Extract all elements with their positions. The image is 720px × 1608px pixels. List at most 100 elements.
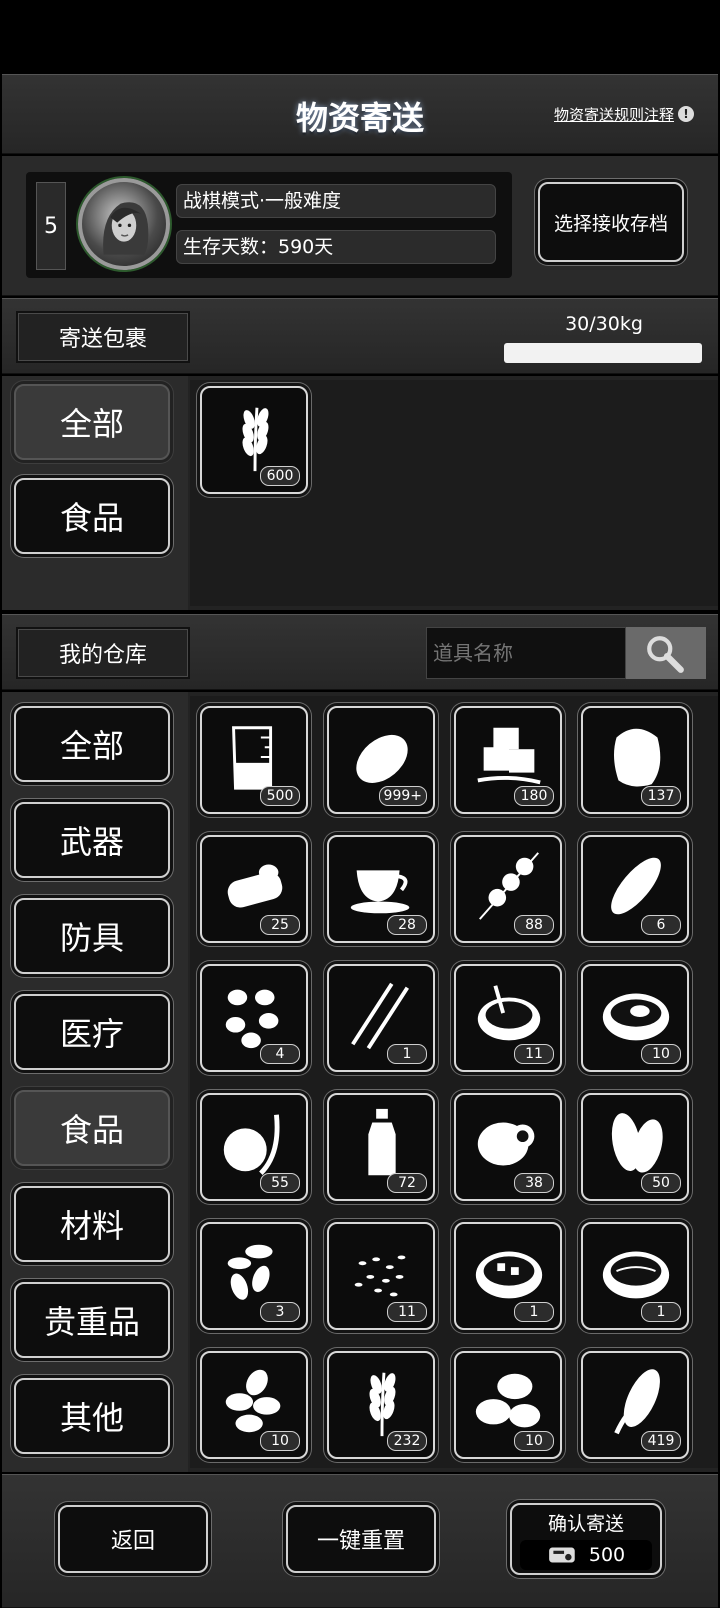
profile-panel: 5 战棋模式·一般难度 生存天数：590天 选择接收存档 [2, 156, 718, 296]
cost-box: 500 [520, 1539, 652, 1570]
warehouse-item-slot[interactable]: 3 [200, 1222, 308, 1330]
footer-bar: 返回 一键重置 确认寄送 500 [2, 1474, 718, 1608]
broth-bowl-icon [602, 1251, 670, 1299]
corn-icon [614, 1369, 660, 1435]
confirm-send-button[interactable]: 确认寄送 500 [510, 1503, 662, 1575]
warehouse-item-slot[interactable]: 1 [327, 964, 435, 1072]
warehouse-item-slot[interactable]: 55 [200, 1093, 308, 1201]
mode-label: 战棋模式·一般难度 [176, 184, 496, 218]
search-icon [647, 636, 684, 673]
canned-food-icon [227, 864, 283, 908]
select-save-button[interactable]: 选择接收存档 [538, 182, 684, 262]
warehouse-item-slot[interactable]: 500 [200, 706, 308, 814]
warehouse-category-tab[interactable]: 全部 [14, 706, 170, 782]
grilled-skewers-icon [351, 982, 409, 1050]
warehouse-category-tab[interactable]: 贵重品 [14, 1282, 170, 1358]
warehouse-item-slot[interactable]: 25 [200, 835, 308, 943]
item-count-badge: 500 [260, 786, 300, 806]
warehouse-item-slot[interactable]: 28 [327, 835, 435, 943]
item-count-badge: 180 [514, 786, 554, 806]
apple-sprout-icon [223, 1114, 280, 1175]
warehouse-item-slot[interactable]: 6 [581, 835, 689, 943]
almonds-icon [225, 1369, 281, 1433]
ticket-icon [548, 1547, 575, 1562]
warehouse-item-slot[interactable]: 137 [581, 706, 689, 814]
portrait-icon [103, 202, 149, 255]
item-count-badge: 55 [260, 1173, 300, 1193]
warehouse-item-slot[interactable]: 1 [581, 1222, 689, 1330]
soup-bowl-icon [477, 985, 541, 1041]
beaker-icon [232, 726, 273, 790]
survival-days-label: 生存天数：590天 [176, 230, 496, 264]
wheat-icon [242, 407, 269, 472]
confirm-send-label: 确认寄送 [547, 1512, 624, 1535]
item-count-badge: 72 [387, 1173, 427, 1193]
warehouse-item-slot[interactable]: 10 [200, 1351, 308, 1459]
hotpot-icon [475, 1251, 543, 1299]
reset-button[interactable]: 一键重置 [286, 1505, 436, 1573]
warehouse-header: 我的仓库 [2, 614, 718, 690]
warehouse-item-slot[interactable]: 11 [327, 1222, 435, 1330]
item-count-badge: 1 [641, 1302, 681, 1322]
warehouse-category-tab[interactable]: 其他 [14, 1378, 170, 1454]
warehouse-item-slot[interactable]: 50 [581, 1093, 689, 1201]
item-count-badge: 50 [641, 1173, 681, 1193]
avatar [78, 178, 170, 270]
warehouse-item-slot[interactable]: 72 [327, 1093, 435, 1201]
search-button[interactable] [626, 627, 706, 679]
back-button[interactable]: 返回 [58, 1505, 208, 1573]
warehouse-item-slot[interactable]: 180 [454, 706, 562, 814]
warehouse-item-slot[interactable]: 38 [454, 1093, 562, 1201]
stew-pot-icon [602, 993, 670, 1041]
item-count-badge: 6 [641, 915, 681, 935]
warehouse-item-slot[interactable]: 10 [454, 1351, 562, 1459]
seeds-icon [227, 1244, 273, 1300]
item-count-badge: 600 [260, 466, 300, 486]
item-count-badge: 25 [260, 915, 300, 935]
item-count-badge: 1 [387, 1044, 427, 1064]
item-count-badge: 10 [514, 1431, 554, 1451]
package-item-slot[interactable]: 600 [200, 386, 308, 494]
package-header: 寄送包裹 30/30kg [2, 298, 718, 374]
egg-icon [477, 1122, 535, 1166]
warehouse-category-tab[interactable]: 医疗 [14, 994, 170, 1070]
item-count-badge: 419 [641, 1431, 681, 1451]
cost-value: 500 [588, 1543, 626, 1566]
item-count-badge: 4 [260, 1044, 300, 1064]
warehouse-category-tab[interactable]: 食品 [14, 1090, 170, 1166]
meat-icon [613, 728, 661, 787]
warehouse-item-slot[interactable]: 11 [454, 964, 562, 1072]
item-count-badge: 88 [514, 915, 554, 935]
package-category-tab[interactable]: 全部 [14, 384, 170, 460]
warehouse-item-slot[interactable]: 4 [200, 964, 308, 1072]
warehouse-item-slot[interactable]: 88 [454, 835, 562, 943]
warehouse-item-slot[interactable]: 999+ [327, 706, 435, 814]
item-count-badge: 232 [387, 1431, 427, 1451]
item-count-badge: 11 [514, 1044, 554, 1064]
item-count-badge: 10 [641, 1044, 681, 1064]
wheat-icon [369, 1372, 396, 1437]
item-count-badge: 28 [387, 915, 427, 935]
potato-icon [356, 734, 408, 783]
search-input[interactable] [426, 627, 626, 679]
item-count-badge: 999+ [378, 786, 427, 806]
package-category-tab[interactable]: 食品 [14, 478, 170, 554]
warehouse-category-tab[interactable]: 防具 [14, 898, 170, 974]
weight-text: 30/30kg [565, 313, 643, 335]
rules-link[interactable]: 物资寄送规则注释 ! [554, 101, 716, 127]
warehouse-category-tab[interactable]: 武器 [14, 802, 170, 878]
sugar-cubes-icon [477, 727, 541, 785]
slot-number: 5 [36, 182, 66, 270]
warehouse-item-slot[interactable]: 232 [327, 1351, 435, 1459]
weight-bar-fill [504, 343, 702, 363]
warehouse-item-slot[interactable]: 1 [454, 1222, 562, 1330]
info-icon: ! [678, 106, 695, 122]
warehouse-category-tab[interactable]: 材料 [14, 1186, 170, 1262]
warehouse-item-slot[interactable]: 10 [581, 964, 689, 1072]
warehouse-item-slot[interactable]: 419 [581, 1351, 689, 1459]
rules-link-label: 物资寄送规则注释 [554, 105, 675, 124]
coffee-cup-icon [350, 870, 410, 914]
weight-bar [504, 343, 702, 363]
skewer-icon [479, 852, 539, 920]
item-count-badge: 137 [641, 786, 681, 806]
